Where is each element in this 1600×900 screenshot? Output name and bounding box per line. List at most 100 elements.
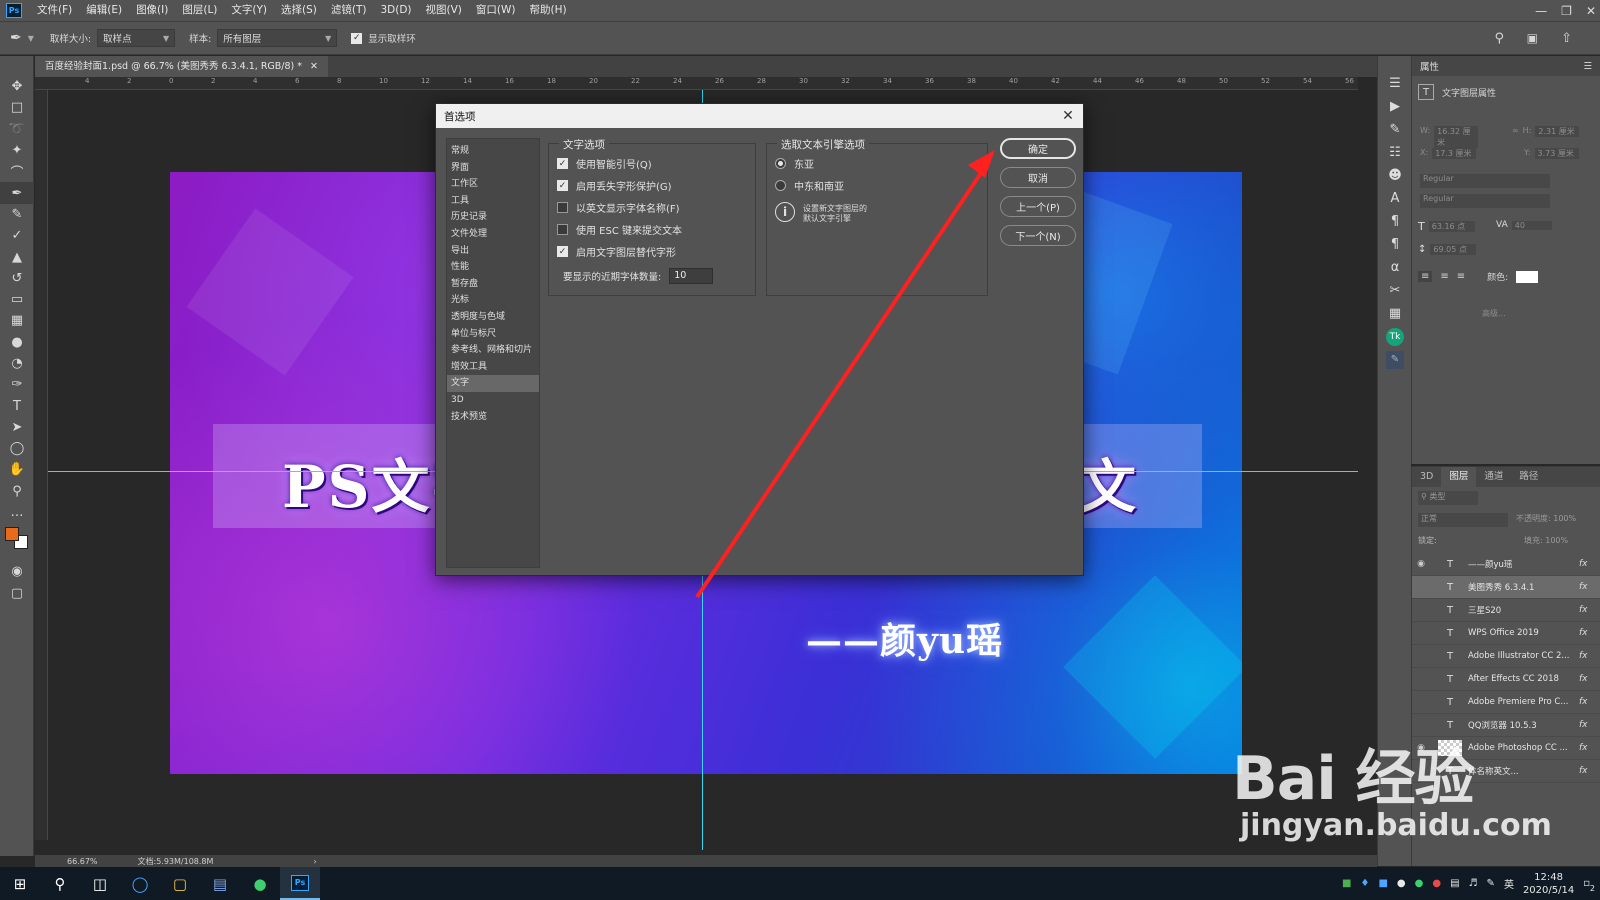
tracking-field[interactable]: VA 40 (1496, 220, 1552, 230)
wechat-icon[interactable]: ● (240, 867, 280, 900)
close-icon[interactable]: ✕ (310, 56, 318, 77)
menu-type[interactable]: 文字(Y) (224, 0, 274, 21)
zoom-readout[interactable]: 66.67% (67, 857, 98, 866)
history-brush-icon[interactable]: ↺ (0, 268, 34, 289)
nav-item-scratch-disks[interactable]: 暂存盘 (447, 276, 539, 293)
tab-channels[interactable]: 通道 (1476, 467, 1511, 487)
color-swatches[interactable] (0, 523, 33, 561)
chevron-down-icon[interactable]: ▼ (28, 34, 34, 43)
layer-row[interactable]: ◉ T ——颜yu瑶 fx (1412, 553, 1600, 576)
show-ring-checkbox[interactable]: ✓ (351, 32, 363, 44)
layer-row[interactable]: T Adobe Premiere Pro C... fx (1412, 691, 1600, 714)
app-icon[interactable]: ▤ (200, 867, 240, 900)
menu-edit[interactable]: 编辑(E) (79, 0, 129, 21)
nav-item-general[interactable]: 常规 (447, 143, 539, 160)
nav-item-guides[interactable]: 参考线、网格和切片 (447, 342, 539, 359)
marquee-tool-icon[interactable]: □ (0, 97, 34, 118)
layer-row[interactable]: T 美图秀秀 6.3.4.1 fx (1412, 576, 1600, 599)
minimize-icon[interactable]: — (1535, 4, 1547, 18)
menu-help[interactable]: 帮助(H) (523, 0, 574, 21)
plugin-tk-icon[interactable]: Tk (1378, 325, 1412, 348)
tray-app-icon[interactable]: ● (1432, 878, 1441, 889)
east-asian-radio[interactable] (775, 158, 786, 169)
fx-icon[interactable]: fx (1579, 582, 1600, 592)
tab-3d[interactable]: 3D (1412, 467, 1441, 487)
document-tab[interactable]: 百度经验封面1.psd @ 66.7% (美图秀秀 6.3.4.1, RGB/8… (35, 56, 328, 77)
eye-icon[interactable]: ◉ (1412, 559, 1430, 569)
windows-start-icon[interactable]: ⊞ (0, 867, 40, 900)
network-icon[interactable]: ▤ (1450, 878, 1459, 889)
menu-3d[interactable]: 3D(D) (373, 0, 418, 21)
cancel-button[interactable]: 取消 (1000, 167, 1076, 188)
libraries-icon[interactable]: ▦ (1378, 302, 1412, 325)
align-right-icon[interactable]: ≡ (1457, 271, 1465, 282)
fx-icon[interactable]: fx (1579, 628, 1600, 638)
zoom-tool-icon[interactable]: ⚲ (0, 481, 34, 502)
actions-play-icon[interactable]: ▶ (1378, 95, 1412, 118)
y-field[interactable]: Y: 3.73 厘米 (1524, 148, 1579, 159)
recent-fonts-input[interactable]: 10 (669, 268, 714, 284)
volume-icon[interactable]: ♬ (1469, 878, 1478, 889)
history-panel-icon[interactable]: ☰ (1378, 72, 1412, 95)
shield-icon[interactable]: ♦ (1361, 878, 1370, 889)
align-left-icon[interactable]: ≡ (1418, 271, 1433, 282)
engine-middle-east[interactable]: 中东和南亚 (775, 178, 844, 193)
paragraph-styles-icon[interactable]: ¶ (1378, 233, 1412, 256)
nav-item-performance[interactable]: 性能 (447, 259, 539, 276)
tools-scissors-icon[interactable]: ✂ (1378, 279, 1412, 302)
character-panel-icon[interactable]: A (1378, 187, 1412, 210)
nav-item-plugins[interactable]: 增效工具 (447, 359, 539, 376)
option-missing-glyph[interactable]: ✓ 启用丢失字形保护(G) (557, 178, 672, 193)
sample-select[interactable]: 所有图层 ▼ (217, 29, 338, 47)
font-family-select[interactable]: Regular (1420, 174, 1550, 188)
task-view-icon[interactable]: ◫ (80, 867, 120, 900)
notification-icon[interactable]: ▫ 2 (1583, 878, 1595, 893)
link-icon[interactable]: ∞ (1512, 126, 1519, 137)
more-tools-icon[interactable]: … (0, 502, 34, 523)
fill-field[interactable]: 填充: 100% (1524, 535, 1568, 546)
sample-size-select[interactable]: 取样点 ▼ (97, 29, 176, 47)
hand-tool-icon[interactable]: ✋ (0, 459, 34, 480)
layer-row[interactable]: T Adobe Illustrator CC 2... fx (1412, 645, 1600, 668)
close-icon[interactable]: ✕ (1586, 4, 1596, 18)
nav-item-tech-preview[interactable]: 技术预览 (447, 409, 539, 426)
eraser-tool-icon[interactable]: ▭ (0, 289, 34, 310)
nav-item-export[interactable]: 导出 (447, 243, 539, 260)
fx-icon[interactable]: fx (1579, 605, 1600, 615)
missing-glyph-checkbox[interactable]: ✓ (557, 180, 568, 191)
panel-menu-icon[interactable]: ☰ (1583, 61, 1592, 72)
x-field[interactable]: X: 17.3 厘米 (1420, 148, 1477, 159)
healing-brush-icon[interactable]: ✎ (0, 204, 34, 225)
menu-file[interactable]: 文件(F) (30, 0, 79, 21)
text-color-swatch[interactable] (1516, 270, 1539, 283)
blend-mode-select[interactable]: 正常 (1418, 513, 1508, 527)
menu-filter[interactable]: 滤镜(T) (324, 0, 374, 21)
layer-filter-select[interactable]: ⚲ 类型 (1418, 491, 1478, 505)
eyedropper-tool-icon[interactable]: ✒ (10, 30, 22, 46)
eyedropper-tool-icon[interactable]: ✒ (0, 182, 34, 204)
layer-row[interactable]: T After Effects CC 2018 fx (1412, 668, 1600, 691)
tab-paths[interactable]: 路径 (1511, 467, 1546, 487)
menu-window[interactable]: 窗口(W) (469, 0, 523, 21)
alternate-glyphs-checkbox[interactable]: ✓ (557, 246, 568, 257)
plugin-pen-icon[interactable]: ✎ (1378, 348, 1412, 371)
width-field[interactable]: W: 16.32 厘米 (1420, 126, 1479, 148)
workspace-icon[interactable]: ▣ (1527, 31, 1538, 45)
foreground-color-swatch[interactable] (5, 527, 19, 542)
layer-row[interactable]: T 三星S20 fx (1412, 599, 1600, 622)
nav-item-file-handling[interactable]: 文件处理 (447, 226, 539, 243)
menu-image[interactable]: 图像(I) (129, 0, 175, 21)
brush-settings-icon[interactable]: ✎ (1378, 118, 1412, 141)
nav-item-3d[interactable]: 3D (447, 392, 539, 409)
leading-field[interactable]: ↕ 69.05 点 (1418, 244, 1477, 255)
adjustments-icon[interactable]: ☷ (1378, 141, 1412, 164)
ok-button[interactable]: 确定 (1000, 138, 1076, 159)
smart-quotes-checkbox[interactable]: ✓ (557, 158, 568, 169)
font-size-field[interactable]: T 63.16 点 (1418, 220, 1475, 233)
properties-tab[interactable]: 属性 ☰ (1412, 56, 1600, 76)
share-icon[interactable]: ⇧ (1561, 31, 1572, 46)
font-style-select[interactable]: Regular (1420, 194, 1550, 208)
restore-icon[interactable]: ❐ (1561, 4, 1572, 18)
qq-browser-icon[interactable]: ◯ (120, 867, 160, 900)
close-icon[interactable]: ✕ (1053, 108, 1083, 124)
